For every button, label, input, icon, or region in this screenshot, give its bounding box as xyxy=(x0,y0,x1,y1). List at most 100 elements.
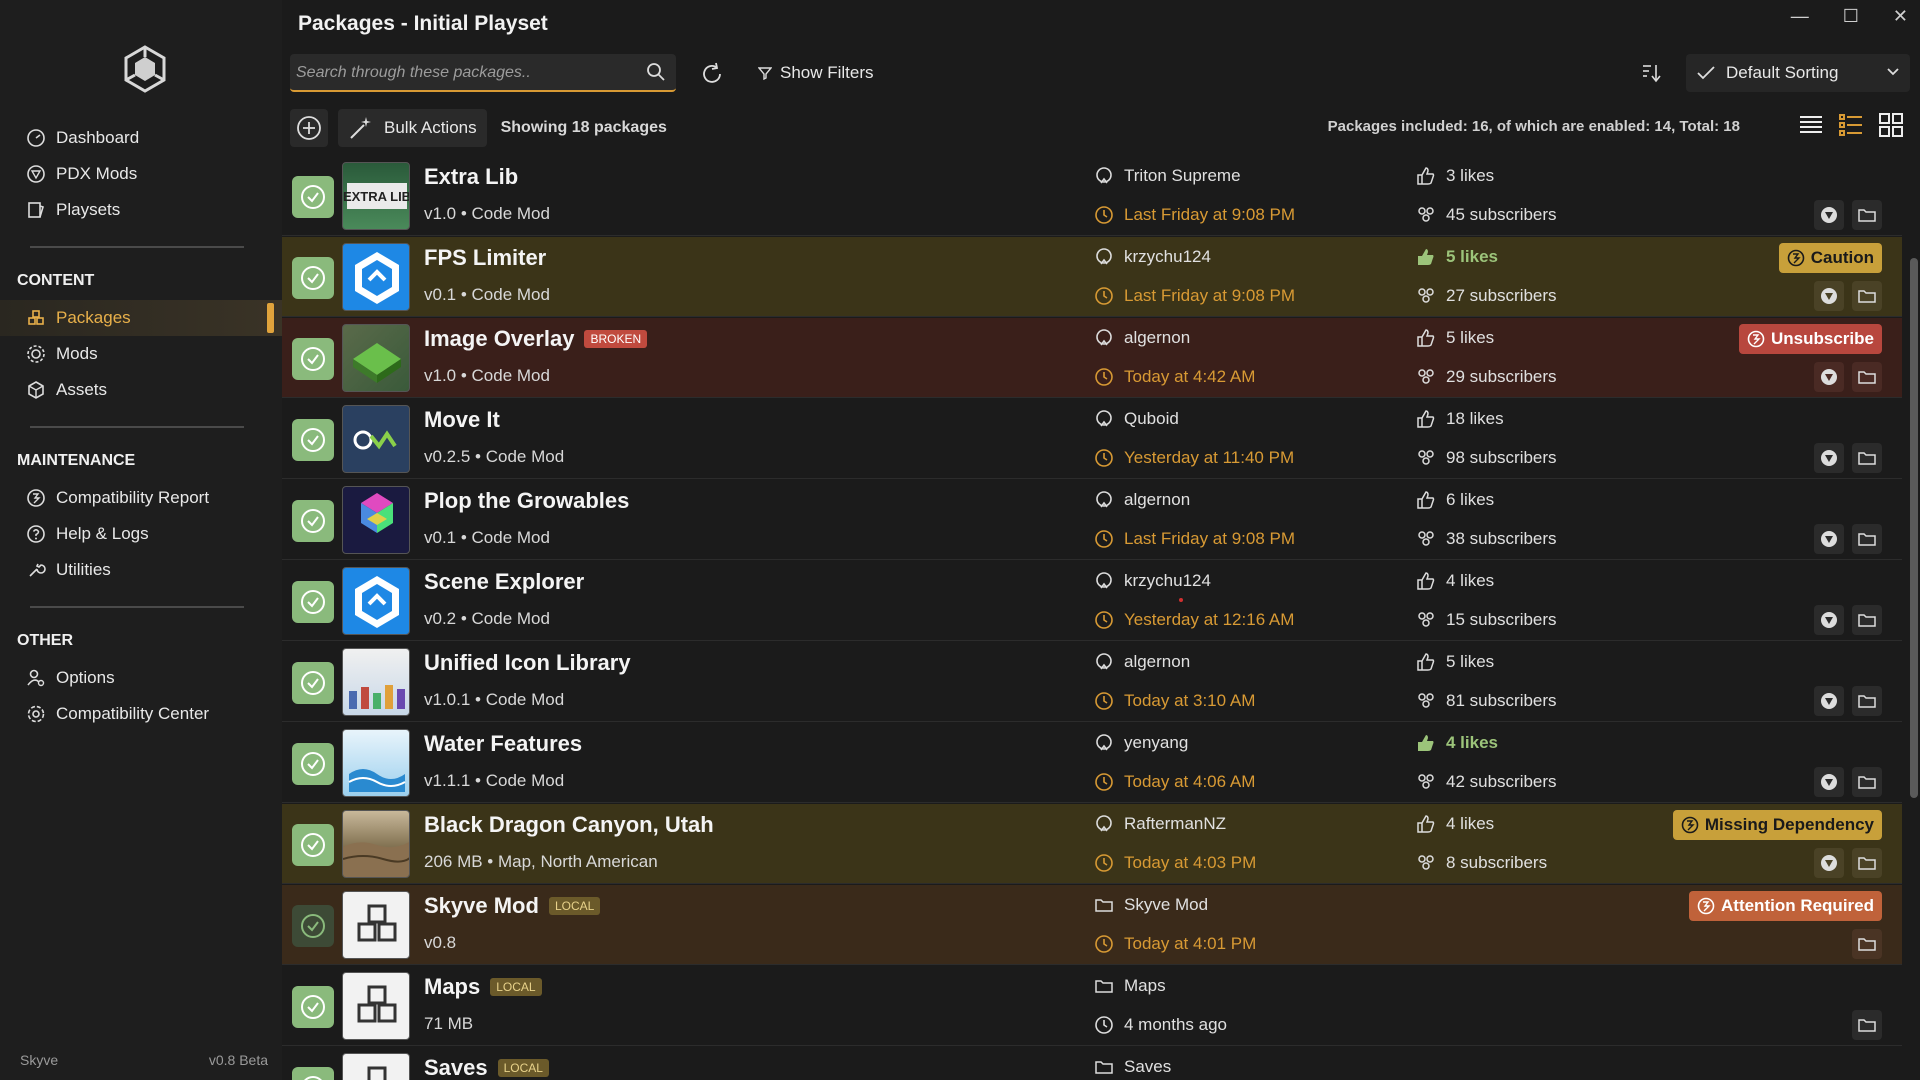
package-name[interactable]: Move It xyxy=(424,407,500,433)
enabled-checkbox[interactable] xyxy=(292,500,334,542)
folder-name[interactable]: Saves xyxy=(1094,1057,1171,1077)
likes[interactable]: 4 likes xyxy=(1416,814,1494,834)
package-name[interactable]: Image Overlay BROKEN xyxy=(424,326,648,352)
package-row[interactable]: Move It v0.2.5 • Code Mod Quboid Yesterd… xyxy=(282,399,1902,479)
likes[interactable]: 5 likes xyxy=(1416,328,1494,348)
search-icon[interactable] xyxy=(646,62,666,82)
package-row[interactable]: EXTRA LIB Extra Lib v1.0 • Code Mod Trit… xyxy=(282,156,1902,236)
likes[interactable]: 4 likes xyxy=(1416,571,1494,591)
pdx-page-button[interactable] xyxy=(1814,605,1844,635)
package-name[interactable]: Saves LOCAL xyxy=(424,1055,549,1080)
package-name[interactable]: Maps LOCAL xyxy=(424,974,542,1000)
folder-name[interactable]: Maps xyxy=(1094,976,1166,996)
enabled-checkbox[interactable] xyxy=(292,986,334,1028)
pdx-page-button[interactable] xyxy=(1814,200,1844,230)
enabled-checkbox[interactable] xyxy=(292,257,334,299)
package-row[interactable]: Image Overlay BROKEN v1.0 • Code Mod alge… xyxy=(282,318,1902,398)
package-row[interactable]: FPS Limiter v0.1 • Code Mod krzychu124 L… xyxy=(282,237,1902,317)
sidebar-item-pdx-mods[interactable]: PDX Mods xyxy=(0,156,282,192)
open-folder-button[interactable] xyxy=(1852,281,1882,311)
package-row[interactable]: Plop the Growables v0.1 • Code Mod alger… xyxy=(282,480,1902,560)
likes[interactable]: 5 likes xyxy=(1416,652,1494,672)
pdx-page-button[interactable] xyxy=(1814,443,1844,473)
open-folder-button[interactable] xyxy=(1852,200,1882,230)
unsubscribe-button[interactable]: Unsubscribe xyxy=(1739,324,1882,354)
open-folder-button[interactable] xyxy=(1852,524,1882,554)
open-folder-button[interactable] xyxy=(1852,929,1882,959)
list-view-icon[interactable] xyxy=(1798,112,1824,138)
package-row[interactable]: Saves LOCAL Saves xyxy=(282,1047,1902,1080)
package-name[interactable]: Black Dragon Canyon, Utah xyxy=(424,812,714,838)
sidebar-item-dashboard[interactable]: Dashboard xyxy=(0,120,282,156)
sort-order-icon[interactable] xyxy=(1640,62,1662,84)
open-folder-button[interactable] xyxy=(1852,767,1882,797)
package-name[interactable]: Unified Icon Library xyxy=(424,650,631,676)
pdx-page-button[interactable] xyxy=(1814,767,1844,797)
scrollbar-thumb[interactable] xyxy=(1910,258,1918,798)
pdx-page-button[interactable] xyxy=(1814,281,1844,311)
sidebar-item-packages[interactable]: Packages xyxy=(0,300,282,336)
package-name[interactable]: Water Features xyxy=(424,731,582,757)
package-name[interactable]: FPS Limiter xyxy=(424,245,546,271)
likes[interactable]: 6 likes xyxy=(1416,490,1494,510)
author[interactable]: Quboid xyxy=(1094,409,1179,429)
likes[interactable]: 5 likes xyxy=(1416,247,1498,267)
sidebar-item-mods[interactable]: Mods xyxy=(0,336,282,372)
open-folder-button[interactable] xyxy=(1852,1010,1882,1040)
author[interactable]: Triton Supreme xyxy=(1094,166,1241,186)
pdx-page-button[interactable] xyxy=(1814,362,1844,392)
status-badge[interactable]: Missing Dependency xyxy=(1672,810,1882,840)
open-folder-button[interactable] xyxy=(1852,686,1882,716)
sidebar-item-compatibility-report[interactable]: Compatibility Report xyxy=(0,480,282,516)
enabled-checkbox[interactable] xyxy=(292,581,334,623)
likes[interactable]: 3 likes xyxy=(1416,166,1494,186)
package-name[interactable]: Scene Explorer xyxy=(424,569,584,595)
sidebar-item-assets[interactable]: Assets xyxy=(0,372,282,408)
pdx-page-button[interactable] xyxy=(1814,848,1844,878)
sidebar-item-utilities[interactable]: Utilities xyxy=(0,552,282,588)
likes[interactable]: 18 likes xyxy=(1416,409,1504,429)
close-button[interactable]: ✕ xyxy=(1893,6,1908,27)
likes[interactable]: 4 likes xyxy=(1416,733,1498,753)
author[interactable]: algernon xyxy=(1094,328,1190,348)
author[interactable]: yenyang xyxy=(1094,733,1188,753)
enabled-checkbox[interactable] xyxy=(292,905,334,947)
status-badge[interactable]: Caution xyxy=(1778,243,1882,273)
sidebar-item-help-logs[interactable]: Help & Logs xyxy=(0,516,282,552)
package-row[interactable]: Unified Icon Library v1.0.1 • Code Mod a… xyxy=(282,642,1902,722)
open-folder-button[interactable] xyxy=(1852,605,1882,635)
package-name[interactable]: Plop the Growables xyxy=(424,488,629,514)
pdx-page-button[interactable] xyxy=(1814,524,1844,554)
package-row[interactable]: Water Features v1.1.1 • Code Mod yenyang… xyxy=(282,723,1902,803)
author[interactable]: algernon xyxy=(1094,652,1190,672)
sorting-dropdown[interactable]: Default Sorting xyxy=(1686,54,1910,92)
pdx-page-button[interactable] xyxy=(1814,686,1844,716)
show-filters-button[interactable]: Show Filters xyxy=(758,60,874,86)
package-row[interactable]: Black Dragon Canyon, Utah 206 MB • Map, … xyxy=(282,804,1902,884)
open-folder-button[interactable] xyxy=(1852,848,1882,878)
enabled-checkbox[interactable] xyxy=(292,176,334,218)
sidebar-item-options[interactable]: Options xyxy=(0,660,282,696)
add-package-button[interactable] xyxy=(290,109,328,147)
detailed-list-icon[interactable] xyxy=(1838,112,1864,138)
status-badge[interactable]: Attention Required xyxy=(1689,891,1882,921)
enabled-checkbox[interactable] xyxy=(292,338,334,380)
package-row[interactable]: Scene Explorer v0.2 • Code Mod krzychu12… xyxy=(282,561,1902,641)
sidebar-item-compatibility-center[interactable]: Compatibility Center xyxy=(0,696,282,732)
enabled-checkbox[interactable] xyxy=(292,1067,334,1080)
author[interactable]: algernon xyxy=(1094,490,1190,510)
refresh-icon[interactable] xyxy=(700,62,724,86)
package-row[interactable]: Maps LOCAL 71 MB Maps 4 months ago xyxy=(282,966,1902,1046)
open-folder-button[interactable] xyxy=(1852,362,1882,392)
search-input[interactable] xyxy=(296,60,626,86)
open-folder-button[interactable] xyxy=(1852,443,1882,473)
sidebar-item-playsets[interactable]: Playsets xyxy=(0,192,282,228)
minimize-button[interactable]: — xyxy=(1791,6,1809,27)
grid-view-icon[interactable] xyxy=(1878,112,1904,138)
author[interactable]: krzychu124 xyxy=(1094,247,1211,267)
author[interactable]: krzychu124 xyxy=(1094,571,1211,591)
maximize-button[interactable]: ☐ xyxy=(1843,6,1859,27)
package-name[interactable]: Extra Lib xyxy=(424,164,518,190)
package-name[interactable]: Skyve Mod LOCAL xyxy=(424,893,601,919)
enabled-checkbox[interactable] xyxy=(292,824,334,866)
